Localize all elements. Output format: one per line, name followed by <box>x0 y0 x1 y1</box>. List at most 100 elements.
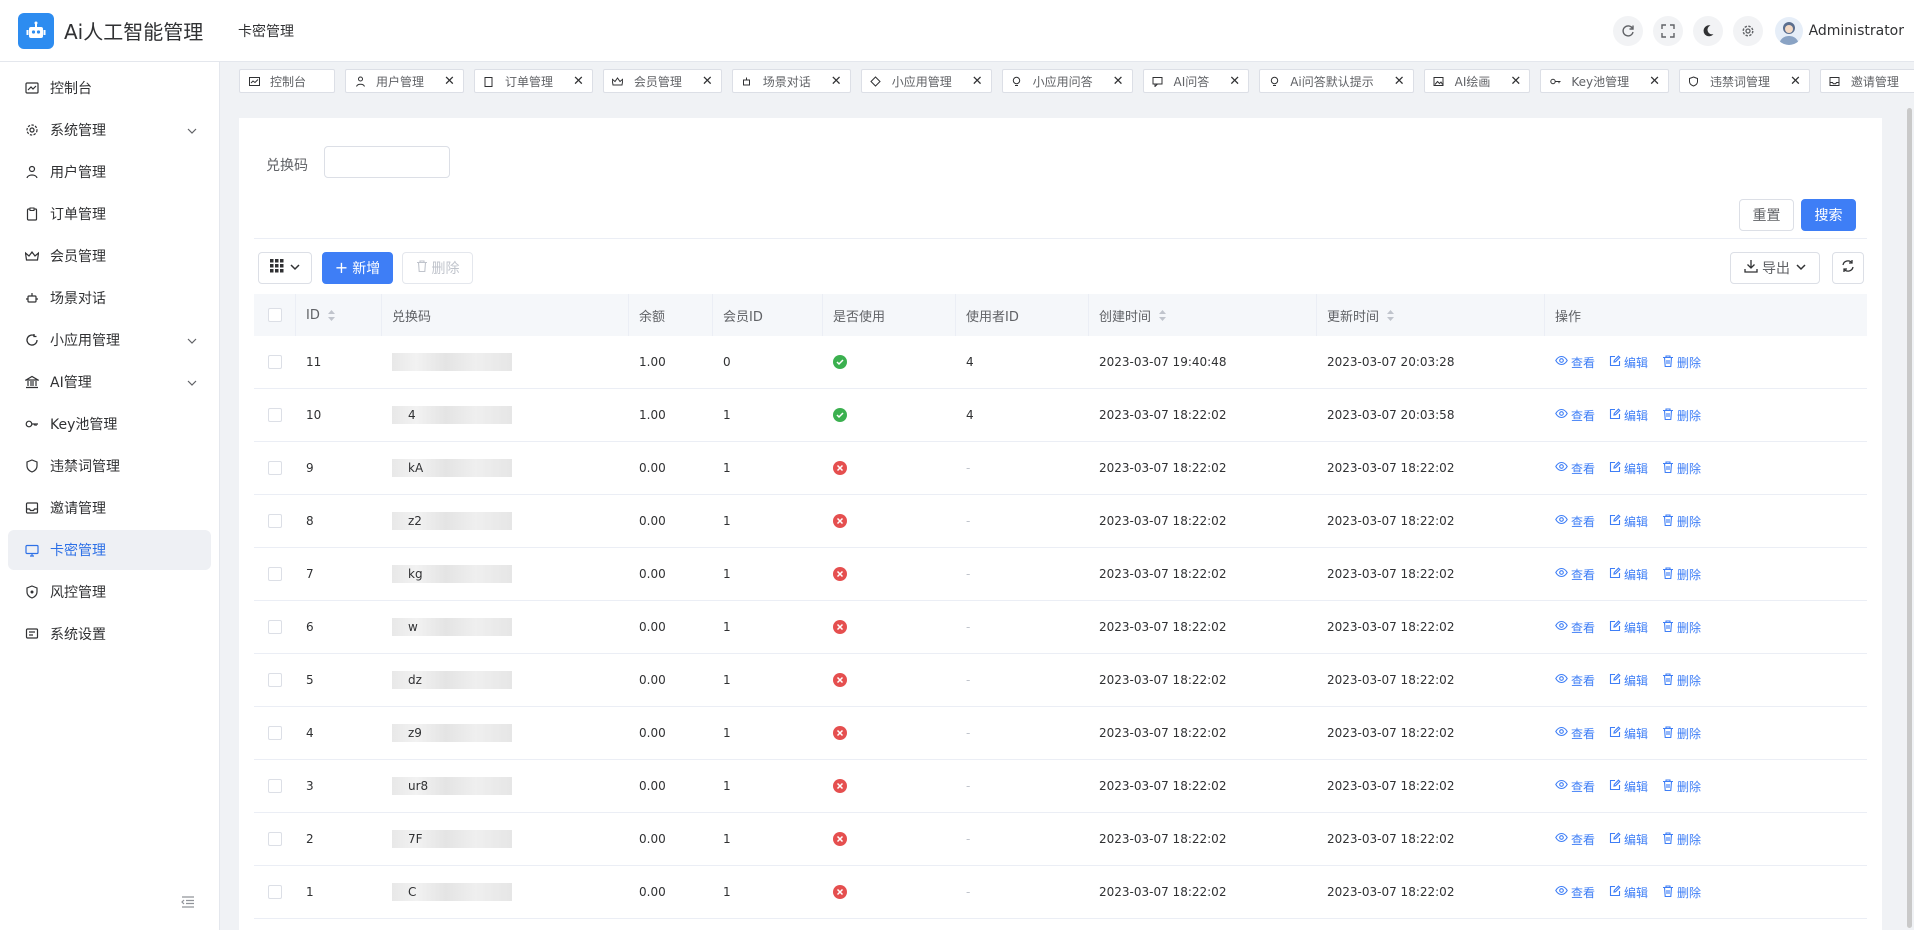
column-header-created[interactable]: 创建时间 <box>1089 294 1317 336</box>
sidebar-item-key-pool[interactable]: Key池管理 <box>8 404 211 444</box>
edit-link[interactable]: 编辑 <box>1609 672 1648 689</box>
moon-icon[interactable] <box>1692 16 1723 46</box>
delete-link[interactable]: 删除 <box>1662 778 1701 795</box>
refresh-table-button[interactable] <box>1832 252 1864 284</box>
row-checkbox[interactable] <box>268 832 282 846</box>
view-link[interactable]: 查看 <box>1555 460 1595 477</box>
vertical-scrollbar[interactable] <box>1904 98 1914 930</box>
breadcrumb[interactable]: 卡密管理 <box>238 21 294 41</box>
column-settings-button[interactable] <box>258 252 312 284</box>
collapse-sidebar-icon[interactable] <box>178 892 198 912</box>
edit-link[interactable]: 编辑 <box>1609 619 1648 636</box>
delete-link[interactable]: 删除 <box>1662 354 1701 371</box>
tab-orders[interactable]: 订单管理 ✕ <box>473 69 593 93</box>
sidebar-item-ai[interactable]: AI管理 <box>8 362 211 402</box>
view-link[interactable]: 查看 <box>1555 831 1595 848</box>
close-icon[interactable]: ✕ <box>1394 74 1405 89</box>
close-icon[interactable]: ✕ <box>1229 74 1240 89</box>
column-header-id[interactable]: ID <box>296 294 382 336</box>
view-link[interactable]: 查看 <box>1555 354 1595 371</box>
sidebar-item-settings[interactable]: 系统设置 <box>8 614 211 654</box>
tab-ai-default-prompts[interactable]: Ai问答默认提示 ✕ <box>1259 69 1414 93</box>
view-link[interactable]: 查看 <box>1555 778 1595 795</box>
gear-icon[interactable] <box>1732 16 1763 46</box>
close-icon[interactable]: ✕ <box>1790 74 1801 89</box>
tab-banned-words[interactable]: 违禁词管理 ✕ <box>1678 69 1810 93</box>
add-button[interactable]: + 新增 <box>322 252 393 284</box>
delete-link[interactable]: 删除 <box>1662 566 1701 583</box>
delete-link[interactable]: 删除 <box>1662 884 1701 901</box>
close-icon[interactable]: ✕ <box>573 74 584 89</box>
delete-link[interactable]: 删除 <box>1662 460 1701 477</box>
delete-link[interactable]: 删除 <box>1662 831 1701 848</box>
tab-key-pool[interactable]: Key池管理 ✕ <box>1540 69 1669 93</box>
edit-link[interactable]: 编辑 <box>1609 513 1648 530</box>
row-checkbox[interactable] <box>268 567 282 581</box>
avatar[interactable] <box>1774 17 1803 45</box>
view-link[interactable]: 查看 <box>1555 566 1595 583</box>
sidebar-item-risk[interactable]: 风控管理 <box>8 572 211 612</box>
export-button[interactable]: 导出 <box>1730 252 1820 284</box>
edit-link[interactable]: 编辑 <box>1609 566 1648 583</box>
close-icon[interactable]: ✕ <box>972 74 983 89</box>
view-link[interactable]: 查看 <box>1555 619 1595 636</box>
delete-link[interactable]: 删除 <box>1662 725 1701 742</box>
sidebar-item-orders[interactable]: 订单管理 <box>8 194 211 234</box>
tab-invites[interactable]: 邀请管理✕ <box>1819 69 1914 93</box>
sidebar-item-system[interactable]: 系统管理 <box>8 110 211 150</box>
sort-icon[interactable] <box>1159 309 1167 321</box>
select-all-checkbox[interactable] <box>267 308 282 322</box>
delete-link[interactable]: 删除 <box>1662 619 1701 636</box>
close-icon[interactable]: ✕ <box>831 74 842 89</box>
sidebar-item-dashboard[interactable]: 控制台 <box>8 68 211 108</box>
sort-icon[interactable] <box>1387 309 1395 321</box>
row-checkbox[interactable] <box>268 885 282 899</box>
tab-users[interactable]: 用户管理 ✕ <box>345 69 464 93</box>
sort-icon[interactable] <box>327 309 335 321</box>
user-name[interactable]: Administrator <box>1809 23 1904 39</box>
view-link[interactable]: 查看 <box>1555 725 1595 742</box>
tab-members[interactable]: 会员管理 ✕ <box>602 69 722 93</box>
edit-link[interactable]: 编辑 <box>1609 778 1648 795</box>
edit-link[interactable]: 编辑 <box>1609 407 1648 424</box>
edit-link[interactable]: 编辑 <box>1609 354 1648 371</box>
tab-dashboard[interactable]: 控制台 <box>239 69 336 93</box>
view-link[interactable]: 查看 <box>1555 513 1595 530</box>
tab-ai-drawing[interactable]: AI绘画 ✕ <box>1423 69 1531 93</box>
refresh-icon[interactable] <box>1612 16 1643 46</box>
delete-link[interactable]: 删除 <box>1662 407 1701 424</box>
row-checkbox[interactable] <box>268 461 282 475</box>
row-checkbox[interactable] <box>268 408 282 422</box>
scrollbar-thumb[interactable] <box>1907 108 1912 928</box>
sidebar-item-users[interactable]: 用户管理 <box>8 152 211 192</box>
tab-mini-apps[interactable]: 小应用管理 ✕ <box>860 69 992 93</box>
row-checkbox[interactable] <box>268 779 282 793</box>
reset-button[interactable]: 重置 <box>1739 199 1794 231</box>
sidebar-item-cards[interactable]: 卡密管理 <box>8 530 211 570</box>
tab-mini-app-qa[interactable]: 小应用问答 ✕ <box>1001 69 1133 93</box>
close-icon[interactable]: ✕ <box>1113 74 1124 89</box>
edit-link[interactable]: 编辑 <box>1609 884 1648 901</box>
close-icon[interactable]: ✕ <box>1510 74 1521 89</box>
delete-button[interactable]: 删除 <box>402 252 473 284</box>
delete-link[interactable]: 删除 <box>1662 672 1701 689</box>
code-search-input[interactable] <box>324 146 450 178</box>
row-checkbox[interactable] <box>268 514 282 528</box>
sidebar-item-invites[interactable]: 邀请管理 <box>8 488 211 528</box>
edit-link[interactable]: 编辑 <box>1609 725 1648 742</box>
fullscreen-icon[interactable] <box>1652 16 1683 46</box>
sidebar-item-banned-words[interactable]: 违禁词管理 <box>8 446 211 486</box>
tab-scenes[interactable]: 场景对话 ✕ <box>731 69 851 93</box>
sidebar-item-mini-apps[interactable]: 小应用管理 <box>8 320 211 360</box>
tab-ai-qa[interactable]: AI问答 ✕ <box>1142 69 1250 93</box>
delete-link[interactable]: 删除 <box>1662 513 1701 530</box>
close-icon[interactable]: ✕ <box>1649 74 1660 89</box>
edit-link[interactable]: 编辑 <box>1609 460 1648 477</box>
view-link[interactable]: 查看 <box>1555 884 1595 901</box>
view-link[interactable]: 查看 <box>1555 407 1595 424</box>
sidebar-item-scenes[interactable]: 场景对话 <box>8 278 211 318</box>
search-button[interactable]: 搜索 <box>1801 199 1856 231</box>
close-icon[interactable]: ✕ <box>702 74 713 89</box>
row-checkbox[interactable] <box>268 673 282 687</box>
view-link[interactable]: 查看 <box>1555 672 1595 689</box>
